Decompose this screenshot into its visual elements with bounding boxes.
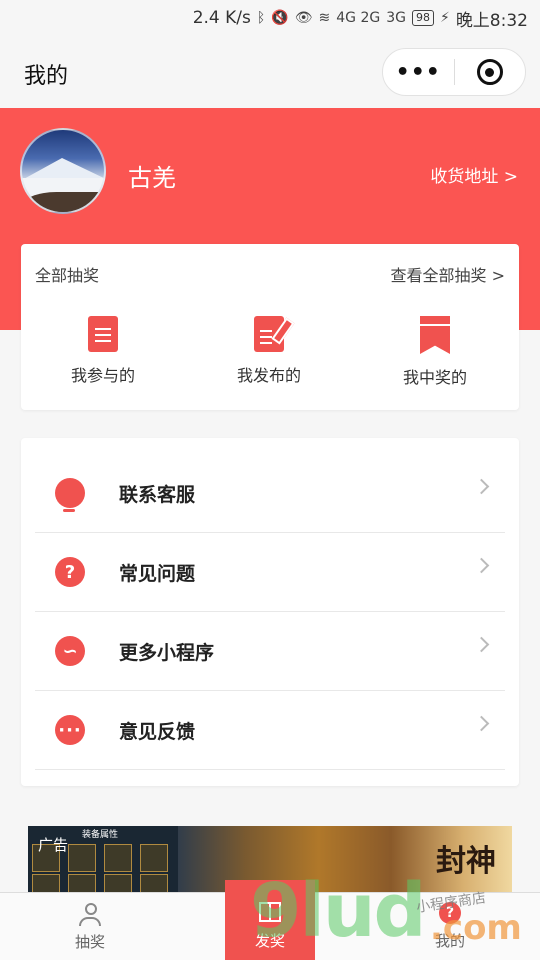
question-badge-icon: ? [439,902,461,924]
clock: 晚上8:32 [455,10,528,31]
menu-item-more-miniprograms[interactable]: ∽ 更多小程序 [35,612,505,691]
nav-bar: 我的 ••• [0,36,540,108]
view-all-lottery-link[interactable]: 查看全部抽奖 > [391,262,506,286]
wifi-icon: ≋ [318,10,331,26]
target-icon [476,59,503,85]
mute-icon: 🔇 [271,10,289,26]
chevron-right-icon [473,557,490,574]
miniprogram-capsule: ••• [382,48,526,96]
signal-icon: 4G 2G [336,10,381,26]
chevron-right-icon [473,636,490,653]
menu-item-label: 常见问题 [119,562,196,585]
person-icon [77,903,103,927]
chat-icon: ··· [55,715,85,745]
tab-label: 抽奖 [74,933,105,951]
menu-item-label: 更多小程序 [119,641,215,664]
ad-tag: 广告 [38,836,69,854]
bookmark-icon [420,316,450,354]
ad-title: 封神 [436,844,496,879]
gift-icon [259,902,281,922]
lottery-card: 全部抽奖 查看全部抽奖 > 我参与的 我发布的 我中奖的 [21,244,519,410]
tab-mine[interactable]: ? 我的 [360,892,540,960]
close-miniprogram-button[interactable] [455,59,526,85]
menu-item-label: 意见反馈 [119,720,196,743]
link-icon: ∽ [55,636,85,666]
menu-item-faq[interactable]: ? 常见问题 [35,533,505,612]
edit-document-icon [254,316,284,352]
tab-lottery[interactable]: 抽奖 [0,893,180,960]
user-name: 古羌 [128,164,176,192]
menu-item-customer-service[interactable]: 联系客服 [35,454,505,533]
bluetooth-icon: ᛒ [256,10,266,26]
chevron-right-icon [473,715,490,732]
shipping-address-link[interactable]: 收货地址 > [430,162,518,187]
menu-item-label: 联系客服 [119,483,196,506]
signal-3g-icon: 3G [386,10,406,26]
page-title: 我的 [24,64,69,89]
network-speed: 2.4 K/s [192,8,251,28]
status-bar: 2.4 K/s ᛒ 🔇 👁 ≋ 4G 2G 3G 98 ⚡ 晚上8:32 [0,0,540,36]
tab-label: 我的 [434,932,465,950]
lottery-card-title: 全部抽奖 [35,266,100,285]
tab-label: 发奖 [254,932,285,950]
tab-publish[interactable]: 发奖 [180,892,360,960]
question-icon: ? [55,557,85,587]
charging-icon: ⚡ [439,10,450,26]
more-icon[interactable]: ••• [383,60,454,85]
chevron-right-icon [473,478,490,495]
published-lottery-button[interactable]: 我发布的 [209,316,329,386]
won-label: 我中奖的 [402,368,467,387]
headset-icon [55,478,85,512]
participated-lottery-button[interactable]: 我参与的 [43,316,163,386]
menu-item-feedback[interactable]: ··· 意见反馈 [35,691,505,770]
document-icon [88,316,118,352]
avatar[interactable] [20,128,106,214]
participated-label: 我参与的 [70,366,135,385]
ad-subtitle: 装备属性 [82,830,119,840]
published-label: 我发布的 [236,366,301,385]
menu-card: 联系客服 ? 常见问题 ∽ 更多小程序 ··· 意见反馈 [21,438,519,786]
won-lottery-button[interactable]: 我中奖的 [375,316,495,388]
eye-icon: 👁 [294,10,313,26]
battery-icon: 98 [411,10,434,26]
